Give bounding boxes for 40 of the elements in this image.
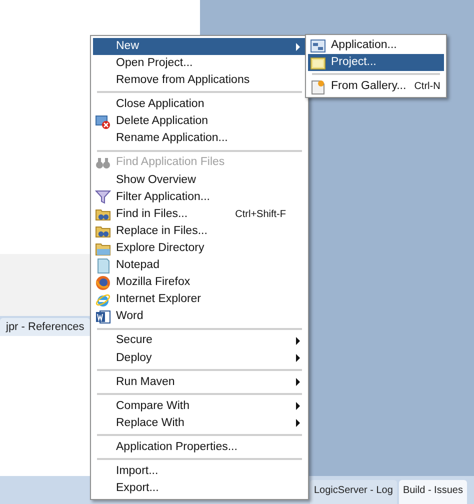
firefox-icon [95,274,111,291]
project-folder-icon [310,54,326,71]
menu-item[interactable]: Find in Files... Ctrl+Shift-F [93,206,306,223]
menu-item[interactable]: Export... [93,480,306,498]
menu-item[interactable]: Replace With [93,414,306,432]
menu-item[interactable]: Project... [308,54,444,72]
document-icon [95,308,111,325]
menu-item[interactable]: Run Maven [93,374,306,391]
panel-tab[interactable]: jpr - References [0,318,90,336]
menu-item[interactable]: Filter Application... [93,188,306,206]
menu-item[interactable]: Show Overview [93,172,306,189]
delete-application-icon [95,114,111,130]
menu-item[interactable]: New [93,38,306,56]
menu-item[interactable]: Open Project... [93,55,306,72]
menu-item[interactable]: Rename Application... [93,130,306,148]
menu-item[interactable]: Notepad [93,257,306,274]
menu-item[interactable]: Delete Application [93,113,306,130]
menu-item[interactable]: Internet Explorer [93,291,306,308]
menu-item[interactable]: Word [93,308,306,326]
panel-tab[interactable]: Build - Issues [398,480,467,504]
notepad-icon [95,258,111,274]
menu-item[interactable]: Secure [93,332,306,350]
application-icon [310,38,326,54]
menu-item[interactable]: Import... [93,463,306,480]
panel-tab[interactable]: LogicServer - Log [310,480,397,504]
menu-item[interactable]: Remove from Applications [93,72,306,90]
new-item-icon [310,78,326,95]
binoculars-icon [95,155,111,172]
menu-item[interactable]: Close Application [93,96,306,114]
filter-icon [95,189,111,206]
menu-item[interactable]: Compare With [93,398,306,415]
menu-item[interactable]: Application Properties... [93,438,306,456]
menu-item[interactable]: Deploy [93,350,306,367]
menu-item[interactable]: From Gallery... Ctrl-N [308,78,444,96]
menu-item[interactable]: Replace in Files... [93,222,306,240]
menu-item[interactable]: Application... [308,37,444,54]
folder-icon [95,240,111,257]
menu-item[interactable]: Mozilla Firefox [93,274,306,292]
globe-icon [95,292,111,308]
menu-item[interactable]: Explore Directory [93,240,306,258]
